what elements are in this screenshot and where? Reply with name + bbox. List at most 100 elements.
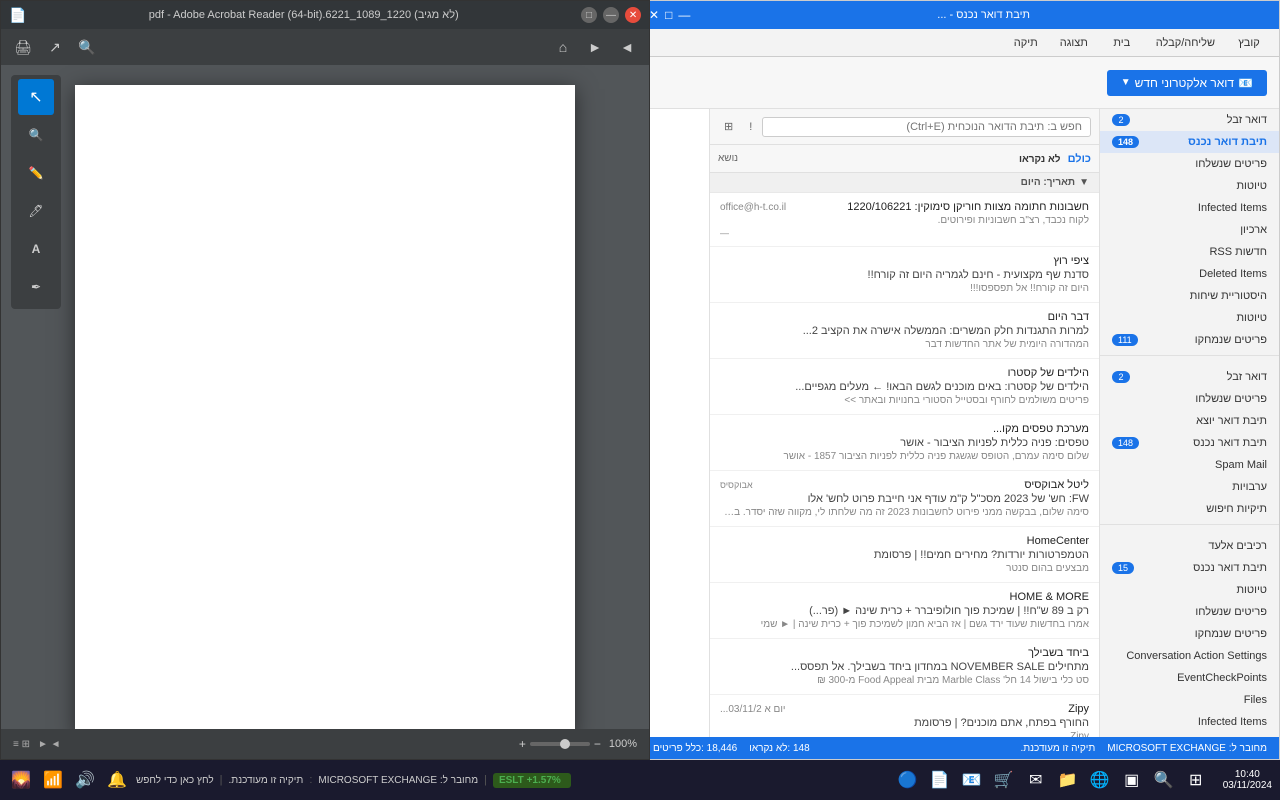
pdf-annotate-tool[interactable]: ✏️ <box>18 155 54 191</box>
menu-folder[interactable]: בית <box>1100 25 1144 61</box>
menu-file[interactable]: קובץ <box>1227 25 1271 61</box>
email-item[interactable]: הילדים של קסטרו הילדים של קסטרו: באים מו… <box>710 359 1099 415</box>
sidebar-folder-outbox[interactable]: תיבת דואר יוצא <box>1100 410 1279 432</box>
pdf-close-button[interactable]: ✕ <box>625 7 641 23</box>
outlook-close[interactable]: ✕ <box>649 8 659 22</box>
sidebar-folder-inbox3[interactable]: תיבת דואר נכנס 15 <box>1100 557 1279 579</box>
search-filter-btn[interactable]: ! <box>743 118 758 136</box>
pdf-maximize-button[interactable]: □ <box>581 7 597 23</box>
taskbar-search-btn[interactable]: 🔍 <box>1151 767 1177 793</box>
sidebar-folder-cas[interactable]: Conversation Action Settings <box>1100 645 1279 667</box>
sidebar-folder-files[interactable]: Files <box>1100 689 1279 711</box>
pdf-nav-forward[interactable]: ► <box>581 33 609 61</box>
sidebar-folder-conversation[interactable]: היסטוריית שיחות <box>1100 285 1279 307</box>
pdf-zoom-control[interactable]: − + <box>519 737 601 751</box>
pdf-title: (לא מגיב) pdf - Adobe Acrobat Reader (64… <box>32 9 575 21</box>
pdf-zoom-in-btn[interactable]: + <box>519 737 526 751</box>
taskbar-notifications[interactable]: 🔔 <box>104 767 130 793</box>
sidebar-folder-sent[interactable]: פריטים שנשלחו <box>1100 153 1279 175</box>
taskbar-mail-icon[interactable]: ✉ <box>1023 767 1049 793</box>
taskbar-chrome-icon[interactable]: 🔵 <box>895 767 921 793</box>
email-item[interactable]: דבר היום למרות התגנדות חלק המשרים: הממשל… <box>710 303 1099 359</box>
sidebar-folder-deleted[interactable]: Deleted Items <box>1100 263 1279 285</box>
taskbar-outlook-icon[interactable]: 📧 <box>959 767 985 793</box>
pdf-print-btn[interactable]: 🖨 <box>9 33 37 61</box>
sidebar-folder-deleted2[interactable]: פריטים שנמחקו 111 <box>1100 329 1279 351</box>
sidebar-folder-davar-zevel-1[interactable]: דואר זבל 2 <box>1100 109 1279 131</box>
sidebar-folder-inbox2[interactable]: תיבת דואר נכנס 148 <box>1100 432 1279 454</box>
pdf-zoom-slider[interactable] <box>530 742 590 746</box>
sidebar-folder-drafts3[interactable]: טיוטות <box>1100 579 1279 601</box>
sidebar-folder-drafts2[interactable]: טיוטות <box>1100 307 1279 329</box>
email-item[interactable]: חשבונות חתומה מצוות חוריקן סימוקין: 1220… <box>710 193 1099 247</box>
email-item[interactable]: Zipy יום א 03/11/2... החורף בפתח, אתם מו… <box>710 695 1099 737</box>
email-list-toolbar: כולם לא נקראו נושא <box>710 145 1099 173</box>
outlook-sidebar: דואר זבל 2 תיבת דואר נכנס 148 פריטים שנש… <box>1099 109 1279 737</box>
search-advanced-btn[interactable]: ⊞ <box>718 117 739 136</box>
sidebar-folder-deleted3[interactable]: פריטים שנמחקו <box>1100 623 1279 645</box>
taskbar-acrobat-icon[interactable]: 📄 <box>927 767 953 793</box>
taskbar-store-icon[interactable]: 🛒 <box>991 767 1017 793</box>
email-item[interactable]: ליטל אבוקסיס אבוקסיס FW: חש' של 2023 מסכ… <box>710 471 1099 527</box>
email-item[interactable]: ציפי רוץ סדנת שף מקצועית - חינם לגמריה ה… <box>710 247 1099 303</box>
sidebar-folder-infected[interactable]: Infected Items <box>1100 197 1279 219</box>
taskbar-task-view[interactable]: ▣ <box>1119 767 1145 793</box>
pdf-minimize-button[interactable]: — <box>603 7 619 23</box>
pdf-pen-tool[interactable]: 🖊 <box>18 193 54 229</box>
sidebar-folder-warranties[interactable]: ערבויות <box>1100 476 1279 498</box>
pdf-text-tool[interactable]: A <box>18 231 54 267</box>
taskbar-edge-icon[interactable]: 🌐 <box>1087 767 1113 793</box>
sidebar-folder-ecp[interactable]: EventCheckPoints <box>1100 667 1279 689</box>
pdf-nav-back[interactable]: ◄ <box>613 33 641 61</box>
sidebar-folder-search[interactable]: תיקיות חיפוש <box>1100 498 1279 520</box>
menu-tools[interactable]: תיקה <box>1004 25 1048 61</box>
taskbar-wifi[interactable]: 📶 <box>40 767 66 793</box>
pdf-cursor-tool[interactable]: ↖ <box>18 79 54 115</box>
pdf-signature-tool[interactable]: ✒ <box>18 269 54 305</box>
pdf-zoom-thumb <box>560 739 570 749</box>
taskbar-explorer-icon[interactable]: 📁 <box>1055 767 1081 793</box>
pdf-toolbar: ◄ ► ⌂ 🔍 ↗ 🖨 <box>1 29 649 65</box>
pdf-acrobat-icon: 📄 <box>9 7 26 24</box>
sidebar-folder-rss[interactable]: חדשות RSS <box>1100 241 1279 263</box>
outlook-minimize[interactable]: — <box>678 8 690 22</box>
new-email-icon: 📧 <box>1238 76 1253 90</box>
sidebar-folder-elad[interactable]: רכיבים אלעד <box>1100 535 1279 557</box>
new-email-button[interactable]: 📧 דואר אלקטרוני חדש ▼ <box>1107 70 1267 96</box>
taskbar-volume[interactable]: 🔊 <box>72 767 98 793</box>
sidebar-folder-inbox[interactable]: תיבת דואר נכנס 148 <box>1100 131 1279 153</box>
email-item[interactable]: מערכת טפסים מקו... טפסים: פניה כללית לפנ… <box>710 415 1099 471</box>
taskbar-windows-btn[interactable]: ⊞ <box>1183 767 1209 793</box>
pdf-share-btn[interactable]: ↗ <box>41 33 69 61</box>
email-sort-btn[interactable]: נושא <box>718 153 738 164</box>
email-item[interactable]: HOME & MORE רק ב 89 ש"ח!! | שמיכת פוך חו… <box>710 583 1099 639</box>
outlook-maximize[interactable]: □ <box>665 8 672 22</box>
status-hint: תיקיה זו מעודכנת. <box>1020 743 1095 754</box>
unread-toggle[interactable]: כולם לא נקראו <box>1019 153 1091 165</box>
email-item[interactable]: HomeCenter הטמפרטורות יורדות? מחירים חמי… <box>710 527 1099 583</box>
sidebar-folder-sent3[interactable]: פריטים שנשלחו <box>1100 601 1279 623</box>
pdf-page-nav: ◄ ► <box>38 739 61 750</box>
pdf-zoom-tool[interactable]: 🔍 <box>18 117 54 153</box>
menu-view[interactable]: תצוגה <box>1050 25 1098 61</box>
search-input[interactable] <box>762 117 1091 137</box>
menu-send-receive[interactable]: שליחה/קבלה <box>1146 25 1225 61</box>
sidebar-folder-davar-zevel-2[interactable]: דואר זבל 2 <box>1100 366 1279 388</box>
pdf-zoom-out-btn[interactable]: − <box>594 737 601 751</box>
taskbar-clock: 10:40 03/11/2024 <box>1223 769 1272 791</box>
sidebar-folder-spam[interactable]: Spam Mail <box>1100 454 1279 476</box>
pdf-left-toolbar: ↖ 🔍 ✏️ 🖊 A ✒ <box>11 75 61 309</box>
taskbar-wallpaper[interactable]: 🌄 <box>8 767 34 793</box>
reading-pane <box>641 109 709 737</box>
pdf-search-btn[interactable]: 🔍 <box>73 33 101 61</box>
sidebar-folder-sent2[interactable]: פריטים שנשלחו <box>1100 388 1279 410</box>
email-items: ▼ תאריך: היום חשבונות חתומה מצוות חוריקן… <box>710 173 1099 737</box>
pdf-home[interactable]: ⌂ <box>549 33 577 61</box>
email-item[interactable]: ביחד בשבילך מתחילים NOVEMBER SALE במחדון… <box>710 639 1099 695</box>
outlook-window: תיבת דואר נכנס - ... — □ ✕ קובץ שליחה/קב… <box>640 0 1280 760</box>
sidebar-folder-archive[interactable]: ארכיון <box>1100 219 1279 241</box>
sidebar-folder-infected2[interactable]: Infected Items <box>1100 711 1279 733</box>
email-section-today[interactable]: ▼ תאריך: היום <box>710 173 1099 193</box>
sidebar-folder-drafts[interactable]: טיוטות <box>1100 175 1279 197</box>
pdf-page <box>75 85 575 729</box>
